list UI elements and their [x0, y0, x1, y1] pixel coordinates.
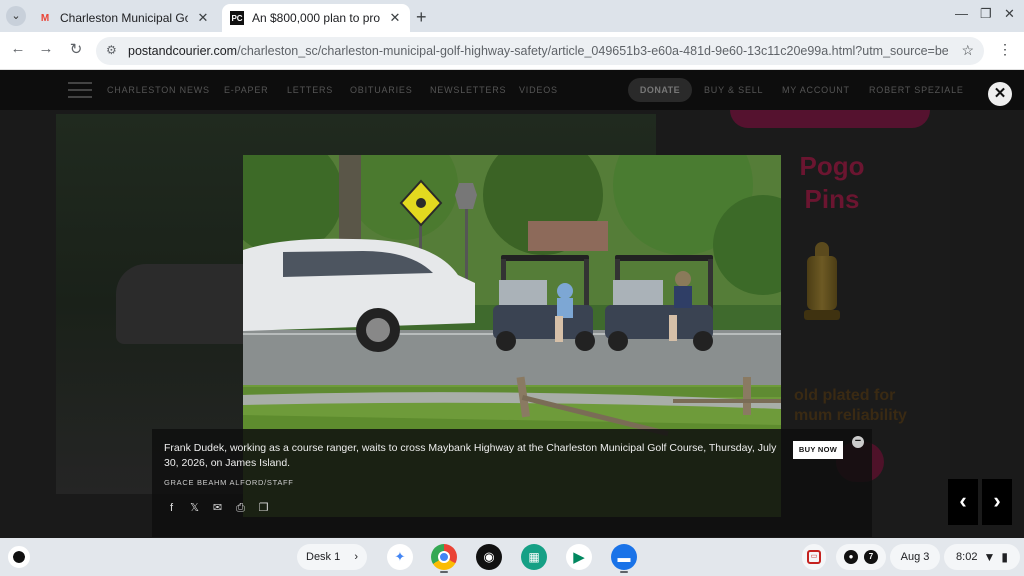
account-name[interactable]: ROBERT SPEZIALE — [869, 85, 964, 95]
site-nav: CHARLESTON NEWS E-PAPER LETTERS OBITUARI… — [0, 70, 1024, 110]
launcher-icon[interactable] — [8, 546, 30, 568]
site-info-icon[interactable]: ⚙ — [106, 43, 117, 57]
gemini-icon[interactable]: ✦ — [387, 544, 413, 570]
url-text: postandcourier.com/charleston_sc/charles… — [128, 44, 948, 58]
menu-kebab-icon[interactable]: ⋮ — [998, 41, 1012, 58]
notification-tray[interactable]: ● 7 — [836, 544, 886, 570]
tab-title: Charleston Municipal Golf Cour — [60, 11, 188, 25]
gmail-icon: M — [40, 12, 50, 24]
wifi-icon: ▼ — [983, 550, 996, 564]
nav-link[interactable]: LETTERS — [287, 85, 333, 95]
forward-icon[interactable]: → — [36, 40, 56, 57]
play-store-icon[interactable]: ▶ — [566, 544, 592, 570]
email-icon[interactable]: ✉ — [212, 501, 223, 515]
desk-label: Desk 1 — [306, 551, 341, 563]
reload-icon[interactable]: ↻ — [66, 40, 86, 58]
tab-strip: ⌄ M Charleston Municipal Golf Cour ✕ PC … — [0, 0, 1024, 32]
photo-credit: GRACE BEAHM ALFORD/STAFF — [164, 478, 294, 487]
pogo-pin-image — [804, 242, 840, 324]
back-icon[interactable]: ← — [8, 40, 28, 57]
post-courier-icon: PC — [230, 11, 244, 25]
facebook-icon[interactable]: f — [166, 501, 177, 515]
running-indicator — [440, 571, 448, 573]
tab-article[interactable]: PC An $800,000 plan to protect Ch ✕ — [222, 4, 410, 32]
bookmark-star-icon[interactable]: ☆ — [961, 42, 974, 59]
close-window-icon[interactable]: ✕ — [1004, 6, 1015, 22]
ad-brand: Pogo Pins — [799, 151, 865, 214]
tab-search-button[interactable]: ⌄ — [6, 6, 26, 26]
date-display[interactable]: Aug 3 — [890, 544, 940, 570]
running-indicator — [620, 571, 628, 573]
minimize-icon[interactable]: — — [955, 6, 968, 21]
notification-count: 7 — [864, 550, 878, 564]
date-text: Aug 3 — [900, 551, 930, 563]
previous-photo-button[interactable]: ‹ — [948, 479, 978, 525]
next-photo-button[interactable]: › — [982, 479, 1012, 525]
grid-app-icon[interactable]: ▦ — [521, 544, 547, 570]
cast-icon[interactable]: ◉ — [476, 544, 502, 570]
nav-link[interactable]: NEWSLETTERS — [430, 85, 506, 95]
nav-link[interactable]: OBITUARIES — [350, 85, 413, 95]
chrome-icon[interactable] — [431, 544, 457, 570]
desk-switcher[interactable]: Desk 1 › — [297, 544, 367, 570]
donate-button[interactable]: DONATE — [628, 78, 692, 102]
screen: ⌄ M Charleston Municipal Golf Cour ✕ PC … — [0, 0, 1024, 576]
os-shelf: Desk 1 › ✦ ◉ ▦ ▶ ▬ ▭ ● 7 Aug 3 8:02 ▼ ▮ — [0, 538, 1024, 576]
buy-now-button[interactable]: BUY NOW — [793, 441, 843, 459]
nav-link[interactable]: CHARLESTON NEWS — [107, 85, 210, 95]
battery-icon: ▮ — [1001, 550, 1008, 564]
lightbox-close-button[interactable]: ✕ — [988, 82, 1012, 106]
nav-link[interactable]: VIDEOS — [519, 85, 558, 95]
chevron-right-icon: › — [354, 551, 358, 563]
photo-caption: Frank Dudek, working as a course ranger,… — [164, 442, 777, 469]
collapse-caption-icon[interactable]: − — [852, 436, 864, 448]
nav-link[interactable]: E-PAPER — [224, 85, 268, 95]
status-area[interactable]: 8:02 ▼ ▮ — [944, 544, 1020, 570]
do-not-disturb-icon: ● — [844, 550, 858, 564]
copy-icon[interactable]: ❐ — [258, 501, 269, 515]
browser-toolbar: ← → ↻ ⚙ postandcourier.com/charleston_sc… — [0, 32, 1024, 70]
share-icons: f 𝕏 ✉ ⎙ ❐ — [166, 501, 269, 515]
nav-link[interactable]: MY ACCOUNT — [782, 85, 850, 95]
address-bar[interactable]: ⚙ postandcourier.com/charleston_sc/charl… — [96, 37, 984, 65]
restore-icon[interactable]: ❐ — [980, 6, 992, 22]
nav-link[interactable]: BUY & SELL — [704, 85, 763, 95]
tab-title: An $800,000 plan to protect Ch — [252, 11, 380, 25]
photo-caption-panel: Frank Dudek, working as a course ranger,… — [152, 429, 872, 537]
print-icon[interactable]: ⎙ — [235, 501, 246, 515]
screen-capture-icon: ▭ — [807, 550, 821, 564]
ad-tagline: old plated for mum reliability — [794, 387, 907, 424]
close-icon[interactable]: ✕ — [388, 10, 402, 26]
x-icon[interactable]: 𝕏 — [189, 501, 200, 515]
files-icon[interactable]: ▬ — [611, 544, 637, 570]
new-tab-icon[interactable]: + — [416, 7, 427, 28]
tray-app-button[interactable]: ▭ — [802, 544, 826, 570]
clock-text: 8:02 — [956, 551, 978, 563]
hamburger-menu-icon[interactable] — [68, 82, 92, 98]
tab-gmail[interactable]: M Charleston Municipal Golf Cour ✕ — [30, 4, 218, 32]
close-icon[interactable]: ✕ — [196, 10, 210, 26]
ad-graphic — [730, 110, 930, 128]
